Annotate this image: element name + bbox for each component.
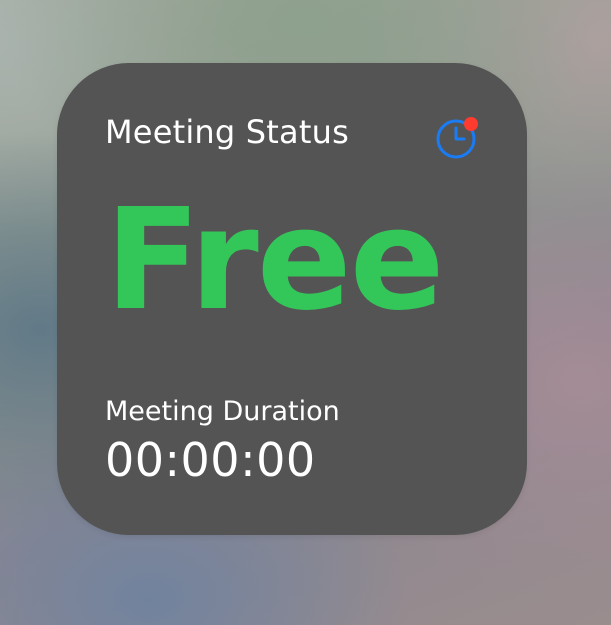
meeting-status-widget[interactable]: Meeting Status Free Meeting Duration 00:… (57, 63, 527, 535)
notification-dot-icon (464, 117, 478, 131)
meeting-duration-label: Meeting Duration (105, 396, 340, 427)
widget-title: Meeting Status (105, 113, 349, 151)
meeting-status-value: Free (105, 179, 445, 342)
clock-icon (436, 117, 478, 159)
meeting-duration-value: 00:00:00 (105, 433, 316, 487)
